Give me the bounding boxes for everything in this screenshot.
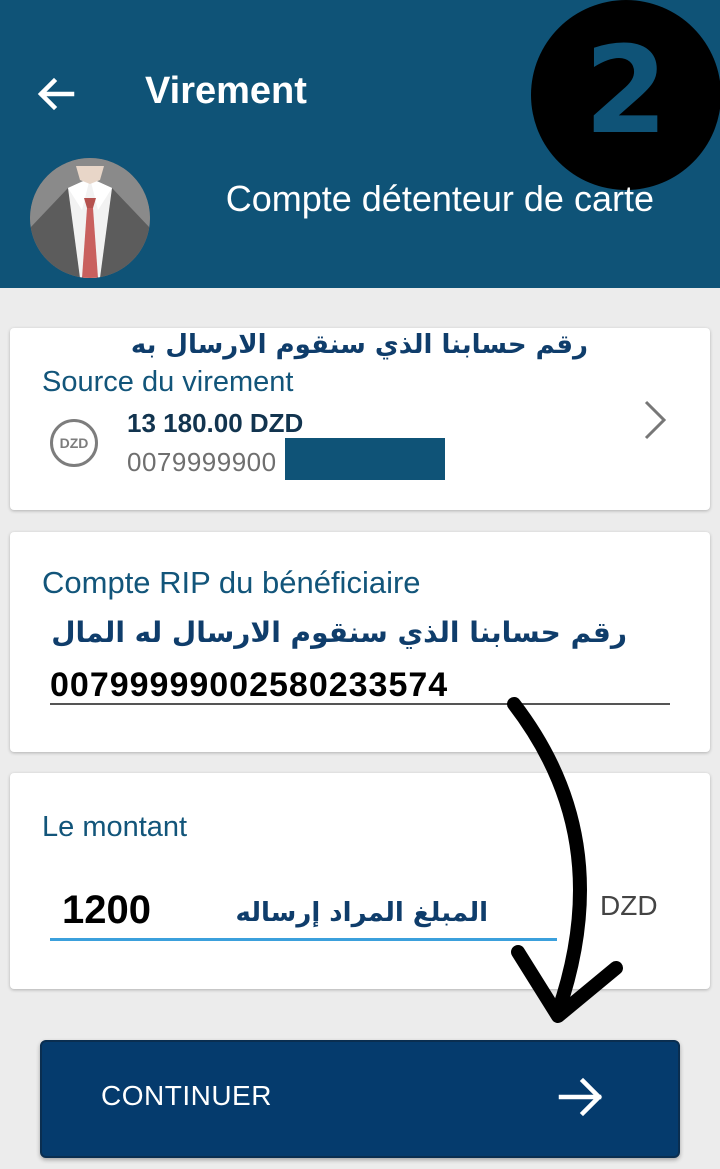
redaction-block bbox=[285, 438, 445, 480]
currency-icon-text: DZD bbox=[59, 435, 89, 451]
amount-currency: DZD bbox=[600, 890, 658, 921]
amount-annotation: المبلغ المراد إرساله bbox=[235, 898, 488, 928]
source-annotation: رقم حسابنا الذي سنقوم الارسال به bbox=[130, 330, 588, 360]
amount-label: Le montant bbox=[42, 811, 188, 843]
avatar bbox=[30, 158, 150, 278]
rip-input[interactable]: 00799999002580233574 bbox=[50, 666, 448, 705]
source-card[interactable]: رقم حسابنا الذي سنقوم الارسال به Source … bbox=[10, 328, 710, 510]
beneficiary-annotation: رقم حسابنا الذي سنقوم الارسال له المال bbox=[51, 616, 627, 649]
source-label: Source du virement bbox=[42, 366, 294, 398]
continue-label: CONTINUER bbox=[101, 1080, 272, 1111]
amount-input-underline bbox=[50, 938, 557, 941]
currency-icon: DZD bbox=[50, 419, 98, 467]
amount-card: Le montant 1200 المبلغ المراد إرساله DZD bbox=[10, 773, 710, 989]
account-holder-subtitle: Compte détenteur de carte bbox=[225, 178, 654, 219]
beneficiary-card: Compte RIP du bénéficiaire رقم حسابنا ال… bbox=[10, 532, 710, 752]
arrow-right-icon bbox=[558, 1077, 603, 1117]
chevron-right-icon[interactable] bbox=[640, 398, 670, 442]
source-account-number: 0079999900 bbox=[127, 447, 277, 477]
app-header: Virement 2 Compte détenteur de carte bbox=[0, 0, 720, 288]
arrow-left-icon bbox=[37, 77, 75, 111]
amount-input[interactable]: 1200 bbox=[62, 888, 151, 933]
continue-button[interactable]: CONTINUER bbox=[40, 1040, 680, 1158]
step-badge: 2 bbox=[531, 0, 720, 190]
page-title: Virement bbox=[145, 70, 307, 112]
step-number: 2 bbox=[584, 22, 668, 161]
beneficiary-label: Compte RIP du bénéficiaire bbox=[42, 565, 421, 600]
back-button[interactable] bbox=[30, 68, 82, 120]
source-balance: 13 180.00 DZD bbox=[127, 408, 304, 438]
rip-input-underline bbox=[50, 703, 670, 705]
